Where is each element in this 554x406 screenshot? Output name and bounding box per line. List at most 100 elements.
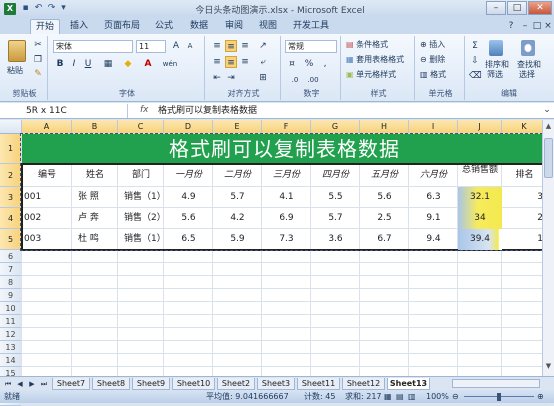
align-center-icon[interactable]: ≡ bbox=[225, 56, 237, 68]
horizontal-scrollbar[interactable] bbox=[452, 379, 540, 388]
phonetic-button[interactable]: wén bbox=[160, 58, 180, 70]
column-header-j[interactable]: J bbox=[458, 120, 502, 134]
underline-button[interactable]: U bbox=[82, 58, 94, 70]
decrease-indent-icon[interactable]: ⇤ bbox=[211, 72, 223, 84]
column-header-i[interactable]: I bbox=[409, 120, 458, 134]
grow-font-button[interactable]: A bbox=[170, 40, 182, 52]
paste-icon[interactable] bbox=[8, 40, 26, 62]
find-select-icon[interactable] bbox=[521, 40, 535, 56]
data-cell[interactable]: 5.9 bbox=[213, 229, 262, 250]
format-cells-button[interactable]: ▥ 格式 bbox=[420, 70, 446, 80]
select-all-corner[interactable] bbox=[0, 120, 22, 134]
row-header-3[interactable]: 3 bbox=[0, 187, 22, 208]
sheet-tab[interactable]: Sheet2 bbox=[217, 378, 255, 390]
orientation-icon[interactable]: ↗ bbox=[257, 40, 269, 52]
data-cell[interactable]: 39.4 bbox=[458, 229, 502, 250]
column-header-g[interactable]: G bbox=[311, 120, 360, 134]
header-cell[interactable]: 排名 bbox=[502, 164, 547, 187]
sheet-tab[interactable]: Sheet12 bbox=[342, 378, 385, 390]
header-cell[interactable]: 五月份 bbox=[360, 164, 409, 187]
formula-input[interactable]: 格式刷可以复制表格数据 bbox=[158, 105, 257, 117]
row-header-5[interactable]: 5 bbox=[0, 229, 22, 250]
decrease-decimal-icon[interactable]: .00 bbox=[307, 74, 319, 86]
data-cell[interactable]: 3.6 bbox=[311, 229, 360, 250]
bold-button[interactable]: B bbox=[54, 58, 66, 70]
data-cell[interactable]: 1 bbox=[502, 229, 547, 250]
help-icon[interactable]: ? bbox=[505, 20, 517, 32]
comma-button[interactable]: , bbox=[319, 58, 331, 70]
sort-filter-label-2[interactable]: 筛选 bbox=[487, 70, 503, 80]
cell-styles-button[interactable]: ▣ 单元格样式 bbox=[346, 70, 396, 80]
row-header-12[interactable]: 12 bbox=[0, 328, 22, 341]
font-name-select[interactable]: 宋体 bbox=[53, 40, 133, 53]
tab-formulas[interactable]: 公式 bbox=[149, 19, 179, 34]
row-header-11[interactable]: 11 bbox=[0, 315, 22, 328]
data-cell[interactable]: 4.2 bbox=[213, 208, 262, 229]
currency-icon[interactable]: ¤ bbox=[286, 58, 298, 70]
last-sheet-icon[interactable]: ⏭ bbox=[38, 378, 50, 390]
tab-page-layout[interactable]: 页面布局 bbox=[101, 19, 143, 34]
header-cell[interactable]: 四月份 bbox=[311, 164, 360, 187]
tab-data[interactable]: 数据 bbox=[184, 19, 214, 34]
header-cell[interactable]: 六月份 bbox=[409, 164, 458, 187]
minimize-button[interactable]: – bbox=[486, 1, 506, 15]
normal-view-icon[interactable]: ▦ bbox=[384, 390, 392, 403]
column-header-e[interactable]: E bbox=[213, 120, 262, 134]
fill-color-icon[interactable]: ◆ bbox=[122, 58, 134, 70]
prev-sheet-icon[interactable]: ◀ bbox=[14, 378, 26, 390]
row-header-9[interactable]: 9 bbox=[0, 289, 22, 302]
data-cell[interactable]: 5.6 bbox=[360, 187, 409, 208]
insert-cells-button[interactable]: ⊕ 插入 bbox=[420, 40, 445, 50]
excel-icon[interactable]: X bbox=[4, 3, 16, 15]
font-color-button[interactable]: A bbox=[142, 58, 154, 70]
qat-customize-icon[interactable]: ▾ bbox=[58, 3, 69, 14]
number-format-select[interactable]: 常规 bbox=[285, 40, 337, 53]
fx-button[interactable]: fx bbox=[140, 105, 149, 115]
page-break-view-icon[interactable]: ▥ bbox=[408, 390, 416, 403]
data-cell[interactable]: 销售（1） bbox=[118, 187, 166, 208]
next-sheet-icon[interactable]: ▶ bbox=[26, 378, 38, 390]
sort-filter-label-1[interactable]: 排序和 bbox=[485, 60, 509, 70]
page-layout-view-icon[interactable]: ▤ bbox=[396, 390, 404, 403]
row-header-10[interactable]: 10 bbox=[0, 302, 22, 315]
data-cell[interactable]: 杜 鸣 bbox=[72, 229, 118, 250]
row-header-6[interactable]: 6 bbox=[0, 250, 22, 263]
close-button[interactable]: ✕ bbox=[528, 1, 552, 15]
sheet-tab[interactable]: Sheet8 bbox=[92, 378, 130, 390]
undo-icon[interactable]: ↶ bbox=[33, 3, 44, 14]
data-cell[interactable]: 003 bbox=[22, 229, 72, 250]
sheet-tab[interactable]: Sheet7 bbox=[52, 378, 90, 390]
data-cell[interactable]: 9.4 bbox=[409, 229, 458, 250]
row-header-1[interactable]: 1 bbox=[0, 134, 22, 164]
zoom-out-icon[interactable]: ⊖ bbox=[452, 390, 459, 403]
font-size-select[interactable]: 11 bbox=[136, 40, 166, 53]
row-header-8[interactable]: 8 bbox=[0, 276, 22, 289]
ribbon-minimize-icon[interactable]: – bbox=[519, 20, 531, 32]
align-left-icon[interactable]: ≡ bbox=[211, 56, 223, 68]
data-cell[interactable]: 6.5 bbox=[164, 229, 213, 250]
header-cell[interactable]: 姓名 bbox=[72, 164, 118, 187]
tab-home[interactable]: 开始 bbox=[30, 19, 60, 34]
data-cell[interactable]: 5.5 bbox=[311, 187, 360, 208]
column-header-a[interactable]: A bbox=[22, 120, 72, 134]
zoom-slider-thumb[interactable] bbox=[497, 393, 501, 401]
column-header-b[interactable]: B bbox=[72, 120, 118, 134]
header-cell[interactable]: 一月份 bbox=[164, 164, 213, 187]
data-cell[interactable]: 2 bbox=[502, 208, 547, 229]
sheet-tab[interactable]: Sheet11 bbox=[297, 378, 340, 390]
tab-view[interactable]: 视图 bbox=[253, 19, 283, 34]
header-cell[interactable]: 编号 bbox=[22, 164, 72, 187]
data-cell[interactable]: 卢 奔 bbox=[72, 208, 118, 229]
border-icon[interactable]: ▦ bbox=[102, 58, 114, 70]
percent-button[interactable]: % bbox=[303, 58, 315, 70]
italic-button[interactable]: I bbox=[68, 58, 80, 70]
row-header-2[interactable]: 2 bbox=[0, 164, 22, 187]
align-bottom-icon[interactable]: ≡ bbox=[239, 40, 251, 52]
vertical-scrollbar[interactable]: ▲ ▼ bbox=[542, 120, 554, 376]
data-cell[interactable]: 张 照 bbox=[72, 187, 118, 208]
sheet-tab[interactable]: Sheet9 bbox=[132, 378, 170, 390]
data-cell[interactable]: 6.9 bbox=[262, 208, 311, 229]
sheet-tab[interactable]: Sheet13 bbox=[387, 378, 430, 390]
scroll-thumb[interactable] bbox=[544, 138, 553, 178]
data-cell[interactable]: 6.3 bbox=[409, 187, 458, 208]
